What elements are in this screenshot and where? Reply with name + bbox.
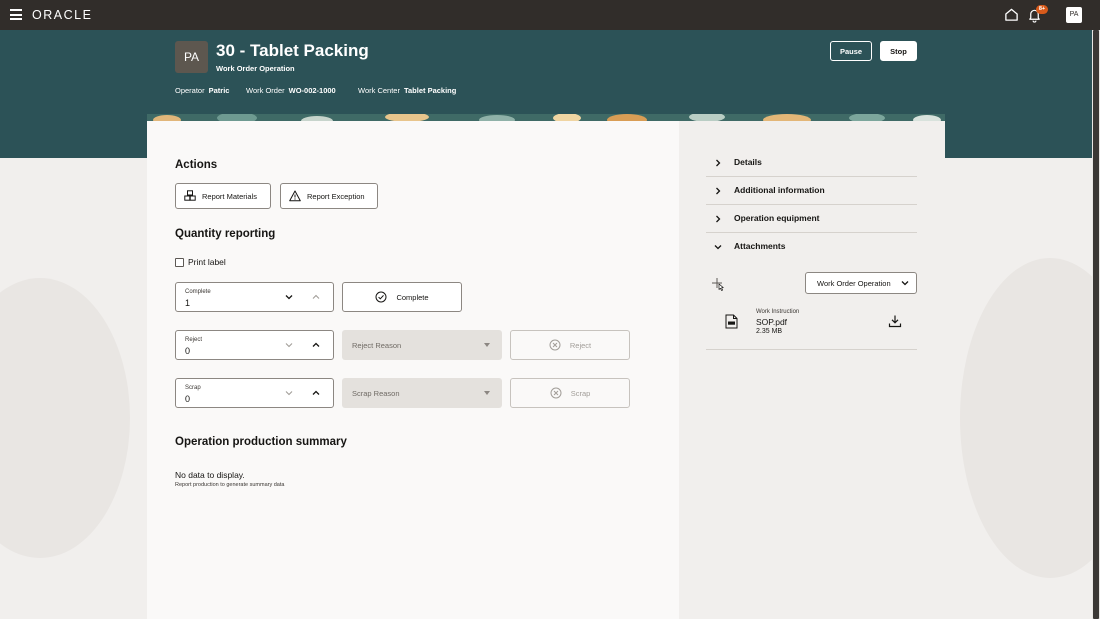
- chevron-right-icon: [716, 187, 721, 195]
- reject-quantity-field[interactable]: Reject 0: [175, 330, 334, 360]
- attachment-item: Work Instruction SOP.pdf 2.35 MB: [706, 302, 917, 350]
- top-bar: ORACLE 8+ PA: [0, 0, 1100, 30]
- chevron-right-icon: [716, 215, 721, 223]
- complete-field-value: 1: [185, 298, 191, 308]
- accordion-label: Operation equipment: [734, 213, 820, 223]
- reject-field-value: 0: [185, 346, 191, 356]
- chevron-up-icon[interactable]: [311, 292, 321, 302]
- attachment-size: 2.35 MB: [756, 328, 783, 335]
- home-icon[interactable]: [1004, 7, 1019, 22]
- materials-icon: [184, 190, 196, 201]
- chevron-down-icon[interactable]: [284, 388, 294, 398]
- production-summary-heading: Operation production summary: [175, 436, 347, 448]
- warning-icon: [289, 190, 301, 202]
- operator-label: Operator: [175, 86, 205, 95]
- print-label-text: Print label: [188, 257, 226, 267]
- accordion-attachments[interactable]: Attachments: [706, 233, 917, 261]
- chevron-down-icon: [901, 281, 909, 286]
- complete-quantity-field[interactable]: Complete 1: [175, 282, 334, 312]
- caret-down-icon: [484, 391, 490, 395]
- operation-avatar: PA: [175, 41, 208, 73]
- scrap-reason-placeholder: Scrap Reason: [352, 389, 400, 398]
- work-order-info: Work Order WO-002-1000: [246, 86, 336, 95]
- cancel-circle-icon: [549, 339, 561, 351]
- reject-button-label: Reject: [569, 340, 592, 350]
- check-circle-icon: [375, 291, 387, 303]
- accordion-label: Attachments: [734, 241, 786, 251]
- scrap-field-label: Scrap: [185, 385, 201, 391]
- empty-state-title: No data to display.: [175, 470, 245, 480]
- work-center-info: Work Center Tablet Packing: [358, 86, 456, 95]
- reject-reason-select[interactable]: Reject Reason: [342, 330, 502, 360]
- attachment-type: Work Instruction: [756, 309, 800, 315]
- add-attachment-icon[interactable]: [711, 277, 725, 291]
- reject-field-label: Reject: [185, 337, 203, 343]
- pdf-file-icon: [725, 314, 738, 329]
- report-materials-label: Report Materials: [202, 191, 258, 201]
- scrap-button[interactable]: Scrap: [510, 378, 630, 408]
- work-order-value: WO-002-1000: [288, 86, 336, 95]
- report-materials-button[interactable]: Report Materials: [175, 183, 271, 209]
- complete-button[interactable]: Complete: [342, 282, 462, 312]
- work-center-label: Work Center: [358, 86, 400, 95]
- reject-reason-placeholder: Reject Reason: [352, 341, 402, 350]
- attachment-name[interactable]: SOP.pdf: [756, 317, 787, 327]
- page-title: 30 - Tablet Packing: [216, 41, 369, 60]
- work-center-value: Tablet Packing: [403, 86, 457, 95]
- oracle-logo: ORACLE: [32, 8, 93, 22]
- download-icon[interactable]: [888, 314, 902, 328]
- accordion-additional-information[interactable]: Additional information: [706, 177, 917, 205]
- chevron-up-icon[interactable]: [311, 340, 321, 350]
- actions-heading: Actions: [175, 159, 218, 171]
- accordion-details[interactable]: Details: [706, 149, 917, 177]
- user-avatar[interactable]: PA: [1066, 7, 1082, 23]
- chevron-up-icon[interactable]: [311, 388, 321, 398]
- scrap-quantity-field[interactable]: Scrap 0: [175, 378, 334, 408]
- caret-down-icon: [484, 343, 490, 347]
- operator-info: Operator Patric: [175, 86, 229, 95]
- report-exception-label: Report Exception: [307, 191, 365, 201]
- attachment-filter-value: Work Order Operation: [817, 279, 891, 288]
- chevron-down-icon[interactable]: [284, 292, 294, 302]
- attachment-filter-select[interactable]: Work Order Operation: [805, 272, 917, 294]
- operator-value: Patric: [208, 86, 230, 95]
- accordion-label: Details: [734, 157, 762, 167]
- quantity-reporting-heading: Quantity reporting: [175, 228, 276, 240]
- cancel-circle-icon: [550, 387, 562, 399]
- report-exception-button[interactable]: Report Exception: [280, 183, 378, 209]
- chevron-down-icon: [714, 245, 722, 250]
- work-order-label: Work Order: [246, 86, 285, 95]
- scrap-reason-select[interactable]: Scrap Reason: [342, 378, 502, 408]
- page-subtitle: Work Order Operation: [216, 64, 295, 73]
- reject-button[interactable]: Reject: [510, 330, 630, 360]
- chevron-down-icon[interactable]: [284, 340, 294, 350]
- scrollbar-thumb[interactable]: [1093, 30, 1099, 619]
- empty-state-subtitle: Report production to generate summary da…: [175, 482, 285, 488]
- hamburger-menu-icon[interactable]: [10, 9, 22, 20]
- stop-button[interactable]: Stop: [880, 41, 917, 61]
- pause-button[interactable]: Pause: [830, 41, 872, 61]
- chevron-right-icon: [716, 159, 721, 167]
- notification-badge: 8+: [1036, 5, 1048, 14]
- accordion-operation-equipment[interactable]: Operation equipment: [706, 205, 917, 233]
- print-label-checkbox[interactable]: [175, 258, 184, 267]
- scrap-button-label: Scrap: [570, 388, 591, 398]
- scrap-field-value: 0: [185, 394, 191, 404]
- complete-button-label: Complete: [396, 292, 429, 302]
- accordion-label: Additional information: [734, 185, 825, 195]
- complete-field-label: Complete: [185, 289, 211, 295]
